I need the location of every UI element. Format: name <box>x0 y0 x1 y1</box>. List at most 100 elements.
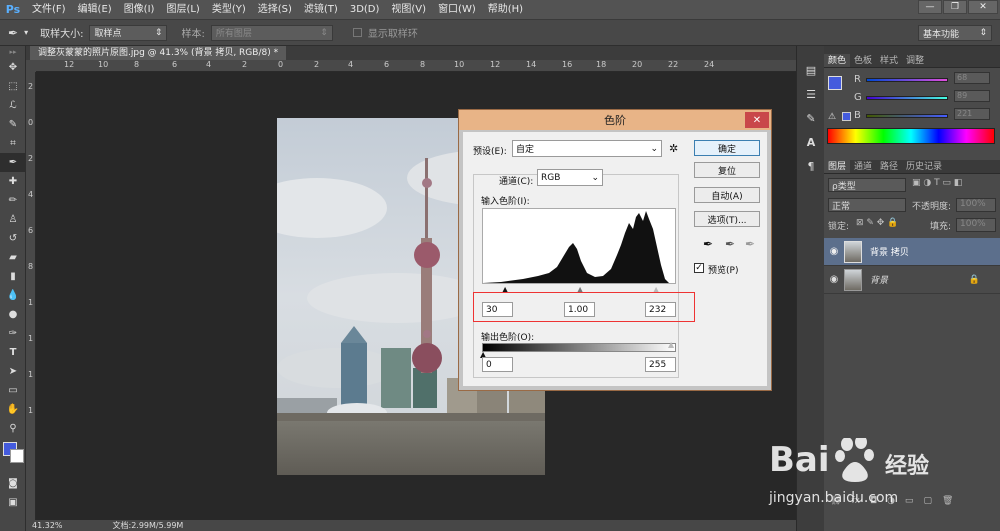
sample-select[interactable]: 所有图层 ⇕ <box>210 24 333 41</box>
character-panel-icon[interactable]: A <box>797 130 825 154</box>
stamp-tool-icon[interactable]: ♙ <box>0 210 26 229</box>
dialog-close-button[interactable]: ✕ <box>745 112 769 128</box>
menu-file[interactable]: 文件(F) <box>26 0 72 20</box>
menu-filter[interactable]: 滤镜(T) <box>298 0 344 20</box>
quick-mask-icon[interactable]: ◙ <box>0 474 26 493</box>
tool-preset-chevron-icon[interactable]: ▾ <box>24 28 28 37</box>
menu-3d[interactable]: 3D(D) <box>344 0 386 20</box>
reset-button[interactable]: 复位 <box>694 162 760 178</box>
zoom-readout[interactable]: 41.32% <box>32 521 63 530</box>
close-window-button[interactable]: ✕ <box>968 0 998 14</box>
eyedropper-tool-icon[interactable]: ✒ <box>8 26 18 40</box>
shape-tool-icon[interactable]: ▭ <box>0 381 26 400</box>
history-panel-icon[interactable]: ▤ <box>797 58 825 82</box>
input-gamma-field[interactable]: 1.00 <box>564 302 595 317</box>
menu-window[interactable]: 窗口(W) <box>432 0 482 20</box>
green-value-field[interactable]: 89 <box>954 90 990 102</box>
input-white-field[interactable]: 232 <box>645 302 676 317</box>
restore-button[interactable]: ❐ <box>943 0 967 14</box>
visibility-eye-icon[interactable]: ◉ <box>824 246 844 257</box>
crop-tool-icon[interactable]: ⌗ <box>0 134 26 153</box>
red-slider[interactable] <box>866 78 948 82</box>
menu-select[interactable]: 选择(S) <box>252 0 298 20</box>
red-value-field[interactable]: 68 <box>954 72 990 84</box>
tab-swatches[interactable]: 色板 <box>850 54 876 67</box>
menu-image[interactable]: 图像(I) <box>118 0 161 20</box>
opacity-field[interactable]: 100% <box>956 198 996 212</box>
dodge-tool-icon[interactable]: ● <box>0 305 26 324</box>
minimize-button[interactable]: — <box>918 0 942 14</box>
tab-history[interactable]: 历史记录 <box>902 160 946 173</box>
properties-panel-icon[interactable]: ☰ <box>797 82 825 106</box>
tab-adjustments[interactable]: 调整 <box>902 54 928 67</box>
menu-type[interactable]: 类型(Y) <box>206 0 252 20</box>
tools-grip[interactable]: ▸▸ <box>0 46 26 58</box>
show-ring-checkbox[interactable] <box>352 28 362 37</box>
filter-pixel-icon[interactable]: ▣ ◑ T ▭ ◧ <box>912 178 962 188</box>
green-slider[interactable] <box>866 96 948 100</box>
channel-select[interactable]: RGB ⌄ <box>537 169 603 186</box>
dialog-titlebar[interactable]: 色阶 ✕ <box>459 110 771 130</box>
layer-row[interactable]: ◉ 背景 🔒 <box>824 266 1000 294</box>
lasso-tool-icon[interactable]: ℒ <box>0 96 26 115</box>
output-black-field[interactable]: 0 <box>482 357 513 372</box>
marquee-tool-icon[interactable]: ⬚ <box>0 77 26 96</box>
workspace-select[interactable]: 基本功能 ⇕ <box>918 25 992 41</box>
brush-panel-icon[interactable]: ✎ <box>797 106 825 130</box>
eraser-tool-icon[interactable]: ▰ <box>0 248 26 267</box>
layer-row[interactable]: ◉ 背景 拷贝 <box>824 238 1000 266</box>
menu-view[interactable]: 视图(V) <box>385 0 432 20</box>
quick-select-tool-icon[interactable]: ✎ <box>0 115 26 134</box>
tab-paths[interactable]: 路径 <box>876 160 902 173</box>
layer-name[interactable]: 背景 拷贝 <box>870 245 909 258</box>
sample-size-select[interactable]: 取样点 ⇕ <box>89 24 168 41</box>
preview-checkbox[interactable]: ✓ <box>694 263 704 273</box>
fill-field[interactable]: 100% <box>956 218 996 232</box>
type-tool-icon[interactable]: T <box>0 343 26 362</box>
tab-color[interactable]: 颜色 <box>824 54 851 67</box>
preset-select[interactable]: 自定 ⌄ <box>512 140 662 157</box>
output-white-handle[interactable]: ▲ <box>668 340 674 349</box>
blur-tool-icon[interactable]: 💧 <box>0 286 26 305</box>
preset-options-gear-icon[interactable]: ✲ <box>669 142 678 155</box>
tab-layers[interactable]: 图层 <box>824 160 851 173</box>
healing-tool-icon[interactable]: ✚ <box>0 172 26 191</box>
gradient-tool-icon[interactable]: ▮ <box>0 267 26 286</box>
background-color-swatch[interactable] <box>10 449 24 463</box>
auto-button[interactable]: 自动(A) <box>694 187 760 203</box>
input-black-field[interactable]: 30 <box>482 302 513 317</box>
blue-value-field[interactable]: 221 <box>954 108 990 120</box>
visibility-eye-icon[interactable]: ◉ <box>824 274 844 285</box>
document-tab[interactable]: 调整灰蒙蒙的照片原图.jpg @ 41.3% (背景 拷贝, RGB/8) * <box>30 46 287 60</box>
pen-tool-icon[interactable]: ✑ <box>0 324 26 343</box>
gamut-warning-icon[interactable]: ⚠ <box>828 112 836 122</box>
move-tool-icon[interactable]: ✥ <box>0 58 26 77</box>
gray-eyedropper-icon[interactable]: ✒ <box>725 237 735 251</box>
options-button[interactable]: 选项(T)... <box>694 211 760 227</box>
menu-layer[interactable]: 图层(L) <box>160 0 205 20</box>
output-white-field[interactable]: 255 <box>645 357 676 372</box>
menu-edit[interactable]: 编辑(E) <box>72 0 118 20</box>
foreground-color-swatch[interactable] <box>828 76 842 90</box>
paragraph-panel-icon[interactable]: ¶ <box>797 154 825 178</box>
hand-tool-icon[interactable]: ✋ <box>0 400 26 419</box>
blend-mode-select[interactable]: 正常 <box>828 198 906 212</box>
brush-tool-icon[interactable]: ✏ <box>0 191 26 210</box>
blue-slider[interactable] <box>866 114 948 118</box>
lock-icons[interactable]: ⊠ ✎ ✥ 🔒 <box>856 218 898 228</box>
eyedropper-tool-icon[interactable]: ✒ <box>0 153 26 172</box>
screen-mode-icon[interactable]: ▣ <box>0 493 26 512</box>
web-color-swatch[interactable] <box>842 112 851 121</box>
menu-help[interactable]: 帮助(H) <box>482 0 529 20</box>
ok-button[interactable]: 确定 <box>694 140 760 156</box>
zoom-tool-icon[interactable]: ⚲ <box>0 419 26 438</box>
white-eyedropper-icon[interactable]: ✒ <box>745 237 755 251</box>
history-brush-tool-icon[interactable]: ↺ <box>0 229 26 248</box>
layer-name[interactable]: 背景 <box>870 273 888 286</box>
layer-filter-select[interactable]: ρ类型 <box>828 178 906 192</box>
tab-styles[interactable]: 样式 <box>876 54 902 67</box>
tab-channels[interactable]: 通道 <box>850 160 876 173</box>
color-spectrum-ramp[interactable] <box>827 128 995 144</box>
path-select-tool-icon[interactable]: ➤ <box>0 362 26 381</box>
black-eyedropper-icon[interactable]: ✒ <box>703 237 713 251</box>
